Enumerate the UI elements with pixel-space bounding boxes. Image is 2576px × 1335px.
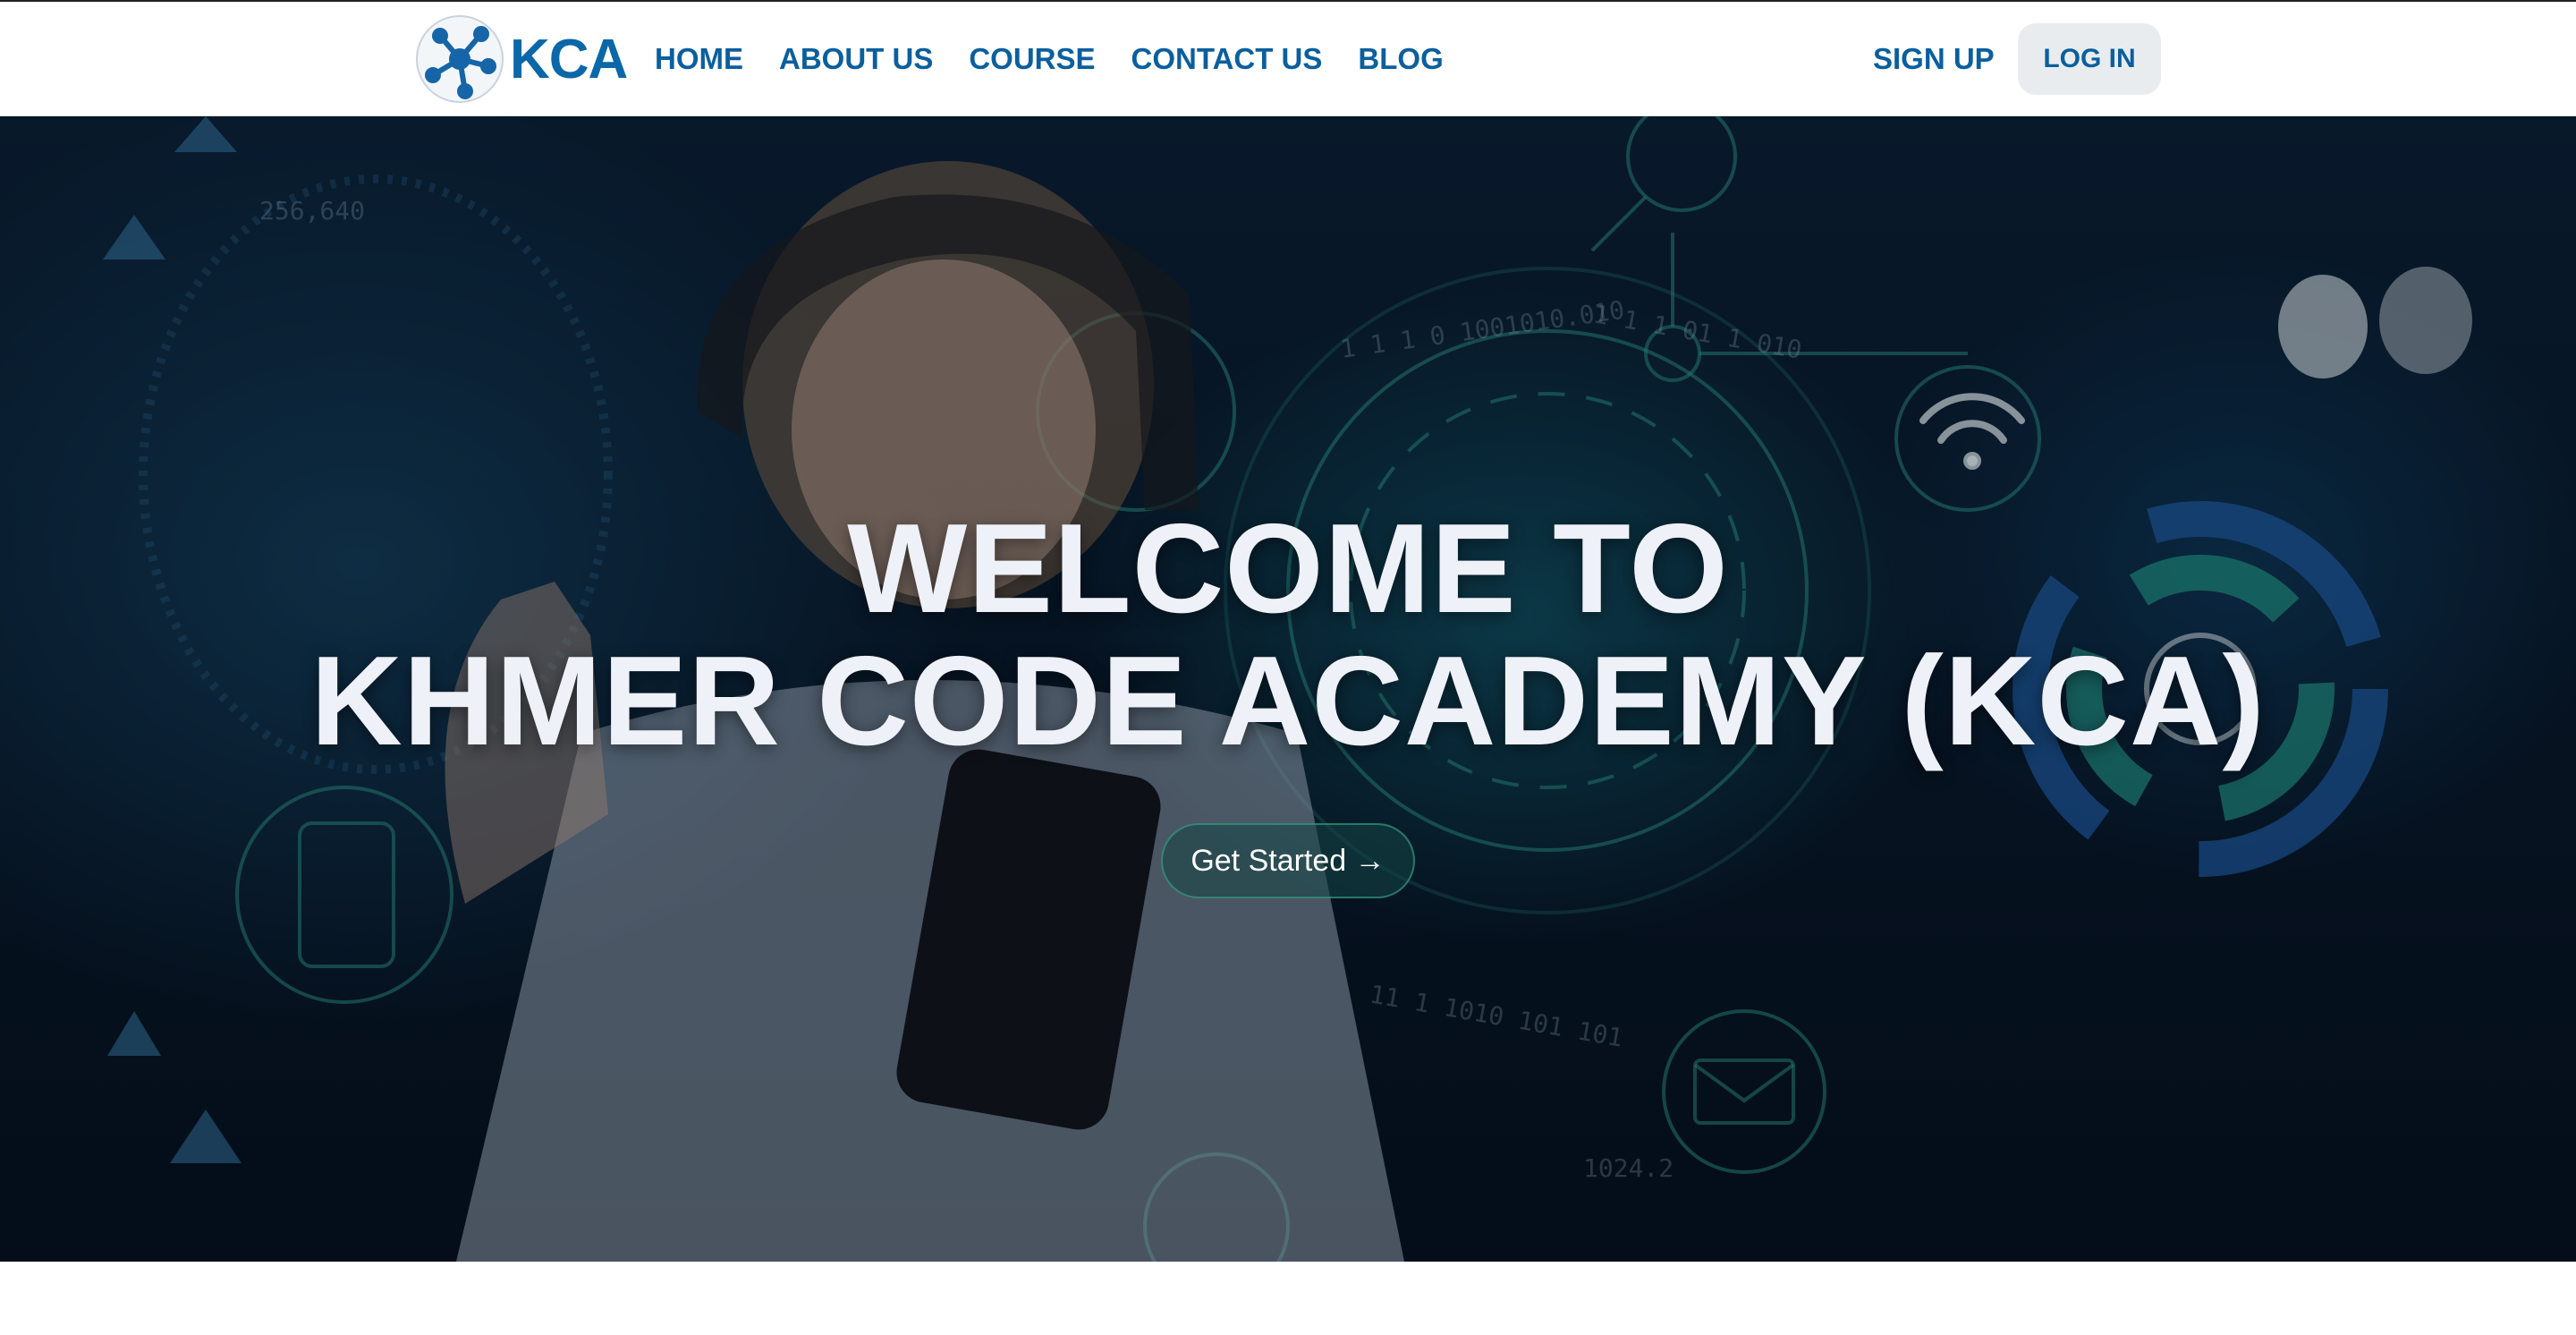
nav-contact-us-link[interactable]: CONTACT US <box>1131 42 1323 76</box>
nav-course-link[interactable]: COURSE <box>969 42 1095 76</box>
brand-logo[interactable]: KCA <box>413 9 628 109</box>
nav-about-us-link[interactable]: ABOUT US <box>779 42 933 76</box>
sign-up-link[interactable]: SIGN UP <box>1873 2 1995 116</box>
hero-banner: 1 1 1 0 1001010.010 1 1 1 01 1 010 11 1 … <box>0 116 2576 1262</box>
main-nav: HOME ABOUT US COURSE CONTACT US BLOG <box>655 2 1444 116</box>
below-hero-blank-area <box>0 1262 2576 1335</box>
get-started-button[interactable]: Get Started → <box>1161 823 1415 898</box>
brand-name: KCA <box>510 28 628 90</box>
hero-heading-line-2: KHMER CODE ACADEMY (KCA) <box>310 630 2266 772</box>
nav-home-link[interactable]: HOME <box>655 42 743 76</box>
molecule-logo-icon <box>416 15 504 103</box>
nav-blog-link[interactable]: BLOG <box>1358 42 1443 76</box>
hero-heading: WELCOME TO KHMER CODE ACADEMY (KCA) <box>0 503 2576 768</box>
log-in-button[interactable]: LOG IN <box>2018 23 2161 95</box>
hero-heading-line-1: WELCOME TO <box>847 497 1729 640</box>
top-navbar: KCA HOME ABOUT US COURSE CONTACT US BLOG… <box>0 0 2576 116</box>
